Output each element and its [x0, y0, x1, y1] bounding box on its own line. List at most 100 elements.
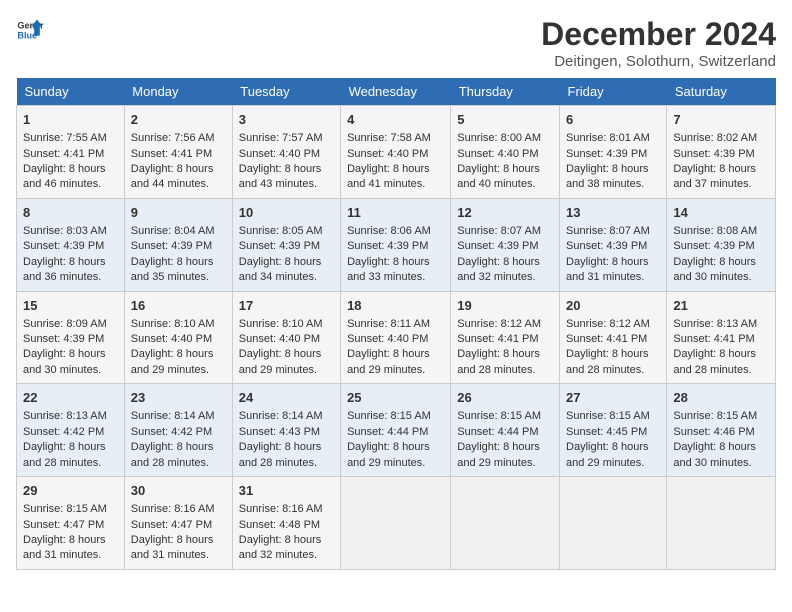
day-number: 27: [566, 389, 660, 407]
daylight-text: Daylight: 8 hours and 41 minutes.: [347, 163, 430, 190]
day-number: 1: [23, 111, 118, 129]
sunset-text: Sunset: 4:43 PM: [239, 426, 320, 438]
day-cell-21: 21Sunrise: 8:13 AMSunset: 4:41 PMDayligh…: [667, 291, 776, 384]
daylight-text: Daylight: 8 hours and 38 minutes.: [566, 163, 649, 190]
day-cell-24: 24Sunrise: 8:14 AMSunset: 4:43 PMDayligh…: [232, 384, 340, 477]
sunset-text: Sunset: 4:39 PM: [457, 240, 538, 252]
week-row-4: 22Sunrise: 8:13 AMSunset: 4:42 PMDayligh…: [17, 384, 776, 477]
day-cell-18: 18Sunrise: 8:11 AMSunset: 4:40 PMDayligh…: [341, 291, 451, 384]
sunset-text: Sunset: 4:40 PM: [131, 333, 212, 345]
header-friday: Friday: [560, 78, 667, 106]
header-tuesday: Tuesday: [232, 78, 340, 106]
daylight-text: Daylight: 8 hours and 29 minutes.: [457, 441, 540, 468]
empty-cell: [451, 477, 560, 570]
sunset-text: Sunset: 4:40 PM: [239, 333, 320, 345]
daylight-text: Daylight: 8 hours and 31 minutes.: [23, 534, 106, 561]
header-wednesday: Wednesday: [341, 78, 451, 106]
day-cell-11: 11Sunrise: 8:06 AMSunset: 4:39 PMDayligh…: [341, 198, 451, 291]
sunset-text: Sunset: 4:41 PM: [673, 333, 754, 345]
day-number: 6: [566, 111, 660, 129]
daylight-text: Daylight: 8 hours and 46 minutes.: [23, 163, 106, 190]
sunrise-text: Sunrise: 8:09 AM: [23, 318, 107, 330]
sunset-text: Sunset: 4:45 PM: [566, 426, 647, 438]
day-number: 26: [457, 389, 553, 407]
day-cell-16: 16Sunrise: 8:10 AMSunset: 4:40 PMDayligh…: [124, 291, 232, 384]
sunrise-text: Sunrise: 8:15 AM: [673, 410, 757, 422]
sunrise-text: Sunrise: 8:01 AM: [566, 132, 650, 144]
daylight-text: Daylight: 8 hours and 30 minutes.: [23, 348, 106, 375]
sunrise-text: Sunrise: 8:00 AM: [457, 132, 541, 144]
sunrise-text: Sunrise: 8:10 AM: [239, 318, 323, 330]
sunset-text: Sunset: 4:40 PM: [347, 333, 428, 345]
daylight-text: Daylight: 8 hours and 31 minutes.: [131, 534, 214, 561]
daylight-text: Daylight: 8 hours and 43 minutes.: [239, 163, 322, 190]
day-number: 19: [457, 297, 553, 315]
day-cell-13: 13Sunrise: 8:07 AMSunset: 4:39 PMDayligh…: [560, 198, 667, 291]
logo-icon: General Blue: [16, 16, 44, 44]
day-number: 20: [566, 297, 660, 315]
day-number: 8: [23, 204, 118, 222]
sunrise-text: Sunrise: 8:05 AM: [239, 225, 323, 237]
sunset-text: Sunset: 4:41 PM: [457, 333, 538, 345]
sunset-text: Sunset: 4:39 PM: [566, 148, 647, 160]
sunset-text: Sunset: 4:44 PM: [457, 426, 538, 438]
header-saturday: Saturday: [667, 78, 776, 106]
sunset-text: Sunset: 4:44 PM: [347, 426, 428, 438]
daylight-text: Daylight: 8 hours and 33 minutes.: [347, 256, 430, 283]
daylight-text: Daylight: 8 hours and 40 minutes.: [457, 163, 540, 190]
page-subtitle: Deitingen, Solothurn, Switzerland: [541, 53, 776, 70]
calendar-table: SundayMondayTuesdayWednesdayThursdayFrid…: [16, 78, 776, 570]
day-number: 31: [239, 482, 334, 500]
daylight-text: Daylight: 8 hours and 29 minutes.: [347, 441, 430, 468]
sunset-text: Sunset: 4:39 PM: [23, 240, 104, 252]
day-cell-22: 22Sunrise: 8:13 AMSunset: 4:42 PMDayligh…: [17, 384, 125, 477]
empty-cell: [560, 477, 667, 570]
day-number: 5: [457, 111, 553, 129]
day-cell-10: 10Sunrise: 8:05 AMSunset: 4:39 PMDayligh…: [232, 198, 340, 291]
daylight-text: Daylight: 8 hours and 37 minutes.: [673, 163, 756, 190]
empty-cell: [341, 477, 451, 570]
day-number: 28: [673, 389, 769, 407]
sunset-text: Sunset: 4:47 PM: [131, 519, 212, 531]
day-cell-14: 14Sunrise: 8:08 AMSunset: 4:39 PMDayligh…: [667, 198, 776, 291]
daylight-text: Daylight: 8 hours and 28 minutes.: [673, 348, 756, 375]
sunset-text: Sunset: 4:39 PM: [239, 240, 320, 252]
header-row: SundayMondayTuesdayWednesdayThursdayFrid…: [17, 78, 776, 106]
sunrise-text: Sunrise: 8:16 AM: [131, 503, 215, 515]
daylight-text: Daylight: 8 hours and 28 minutes.: [23, 441, 106, 468]
daylight-text: Daylight: 8 hours and 32 minutes.: [239, 534, 322, 561]
sunset-text: Sunset: 4:39 PM: [23, 333, 104, 345]
sunrise-text: Sunrise: 8:12 AM: [566, 318, 650, 330]
sunset-text: Sunset: 4:48 PM: [239, 519, 320, 531]
day-cell-26: 26Sunrise: 8:15 AMSunset: 4:44 PMDayligh…: [451, 384, 560, 477]
day-number: 16: [131, 297, 226, 315]
sunrise-text: Sunrise: 7:55 AM: [23, 132, 107, 144]
daylight-text: Daylight: 8 hours and 29 minutes.: [566, 441, 649, 468]
day-number: 18: [347, 297, 444, 315]
sunset-text: Sunset: 4:39 PM: [566, 240, 647, 252]
day-cell-7: 7Sunrise: 8:02 AMSunset: 4:39 PMDaylight…: [667, 106, 776, 199]
day-cell-20: 20Sunrise: 8:12 AMSunset: 4:41 PMDayligh…: [560, 291, 667, 384]
sunrise-text: Sunrise: 8:14 AM: [239, 410, 323, 422]
day-number: 2: [131, 111, 226, 129]
page-header: General Blue December 2024 Deitingen, So…: [16, 16, 776, 70]
daylight-text: Daylight: 8 hours and 28 minutes.: [131, 441, 214, 468]
daylight-text: Daylight: 8 hours and 28 minutes.: [239, 441, 322, 468]
day-cell-23: 23Sunrise: 8:14 AMSunset: 4:42 PMDayligh…: [124, 384, 232, 477]
day-number: 15: [23, 297, 118, 315]
day-cell-28: 28Sunrise: 8:15 AMSunset: 4:46 PMDayligh…: [667, 384, 776, 477]
sunrise-text: Sunrise: 8:07 AM: [566, 225, 650, 237]
sunrise-text: Sunrise: 8:10 AM: [131, 318, 215, 330]
logo: General Blue: [16, 16, 44, 44]
title-area: December 2024 Deitingen, Solothurn, Swit…: [541, 16, 776, 70]
svg-text:Blue: Blue: [17, 30, 37, 40]
empty-cell: [667, 477, 776, 570]
sunrise-text: Sunrise: 8:04 AM: [131, 225, 215, 237]
week-row-3: 15 Sunrise: 8:09 AM Sunset: 4:39 PM Dayligh…: [17, 291, 776, 384]
day-cell-5: 5Sunrise: 8:00 AMSunset: 4:40 PMDaylight…: [451, 106, 560, 199]
day-cell-25: 25Sunrise: 8:15 AMSunset: 4:44 PMDayligh…: [341, 384, 451, 477]
daylight-text: Daylight: 8 hours and 32 minutes.: [457, 256, 540, 283]
day-number: 4: [347, 111, 444, 129]
sunrise-text: Sunrise: 8:14 AM: [131, 410, 215, 422]
day-cell-8: 8Sunrise: 8:03 AMSunset: 4:39 PMDaylight…: [17, 198, 125, 291]
